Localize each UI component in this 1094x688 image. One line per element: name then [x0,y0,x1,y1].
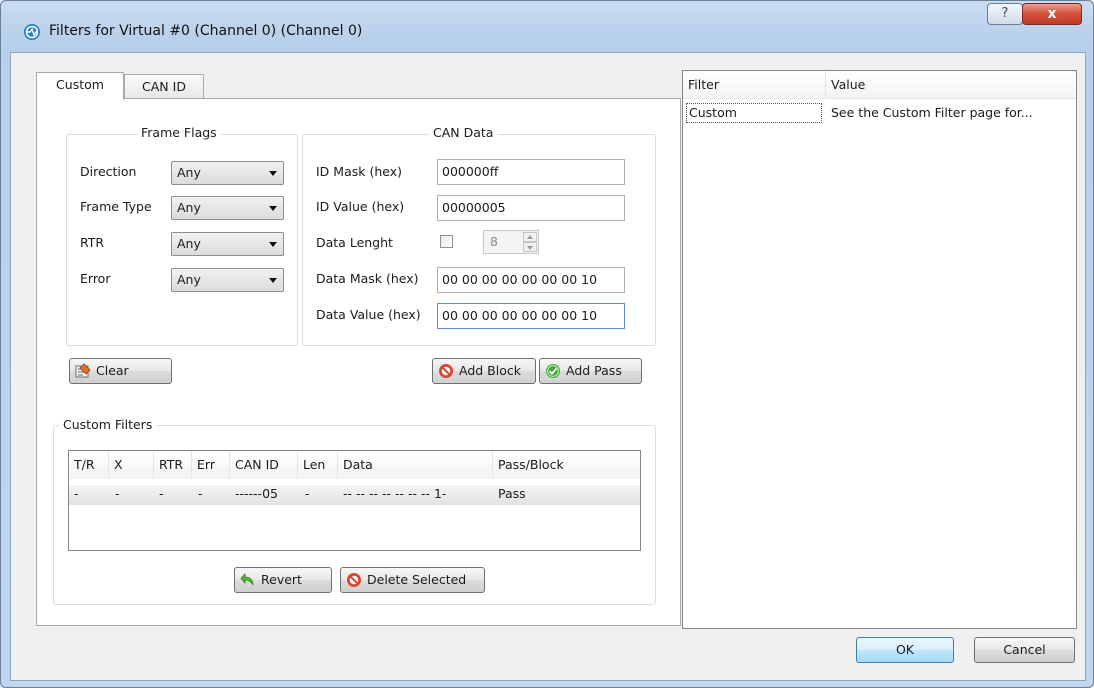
data-mask-label: Data Mask (hex) [316,271,419,286]
data-value-label: Data Value (hex) [316,307,421,322]
block-icon [347,573,361,587]
frame-type-label: Frame Type [80,199,152,214]
data-value-input[interactable]: 00 00 00 00 00 00 00 10 [437,303,625,329]
column-header-can-id[interactable]: CAN ID [230,451,298,479]
filter-summary-table[interactable]: Filter Value Custom See the Custom Filte… [682,70,1077,629]
cell-can-id: ------05 [235,486,278,501]
direction-label: Direction [80,164,137,179]
cell-tr: - [74,486,79,501]
window-title: Filters for Virtual #0 (Channel 0) (Chan… [49,23,363,39]
cell-len: - [305,486,310,501]
column-header-value[interactable]: Value [826,71,1076,99]
table-row[interactable]: - - - - ------05 - -- -- -- -- -- -- -- … [69,485,640,505]
chevron-down-icon [269,171,277,176]
custom-tab-panel: Frame Flags Direction Any Frame Type Any… [36,98,681,626]
custom-filters-table[interactable]: T/R X RTR Err CAN ID Len Data Pass/Block… [68,450,641,551]
revert-button[interactable]: Revert [234,567,332,593]
add-pass-button-label: Add Pass [566,363,622,378]
rtr-value: Any [177,236,201,251]
cancel-button[interactable]: Cancel [974,637,1075,663]
revert-button-label: Revert [261,572,302,587]
spin-up-icon[interactable] [523,232,537,242]
column-header-err[interactable]: Err [192,451,230,479]
chevron-down-icon [269,206,277,211]
cell-data: -- -- -- -- -- -- -- 1- [343,486,447,501]
cell-x: - [115,486,120,501]
data-length-checkbox[interactable] [440,235,453,248]
id-value-label: ID Value (hex) [316,199,405,214]
add-pass-button[interactable]: Add Pass [539,358,642,384]
eraser-icon [75,363,91,378]
column-header-data[interactable]: Data [338,451,493,479]
column-header-filter[interactable]: Filter [683,71,826,99]
column-header-tr[interactable]: T/R [69,451,109,479]
error-dropdown[interactable]: Any [171,268,284,292]
clear-button[interactable]: Clear [69,358,172,384]
column-header-rtr[interactable]: RTR [154,451,192,479]
delete-selected-button-label: Delete Selected [367,572,467,587]
cell-err: - [198,486,203,501]
app-logo-icon [24,24,40,40]
chevron-down-icon [269,242,277,247]
ok-button[interactable]: OK [856,637,954,663]
data-length-spinner[interactable]: 8 [483,230,539,254]
cell-pass-block: Pass [498,486,526,501]
block-icon [439,364,453,378]
cell-filter: Custom [686,103,822,123]
id-value-input[interactable]: 00000005 [437,195,625,221]
custom-filters-legend: Custom Filters [59,417,157,432]
rtr-label: RTR [80,235,105,250]
dialog-client: Custom CAN ID Frame Flags Direction Any … [10,52,1086,681]
data-length-label: Data Lenght [316,235,393,250]
direction-value: Any [177,165,201,180]
rtr-dropdown[interactable]: Any [171,232,284,256]
can-data-legend: CAN Data [429,125,498,140]
data-length-value: 8 [490,234,498,249]
add-block-button-label: Add Block [459,363,521,378]
undo-arrow-icon [240,572,254,586]
spin-down-icon[interactable] [523,242,537,252]
column-header-pass-block[interactable]: Pass/Block [493,451,640,479]
table-row[interactable]: Custom See the Custom Filter page for... [683,101,1076,125]
id-mask-input[interactable]: 000000ff [437,159,625,185]
data-mask-input[interactable]: 00 00 00 00 00 00 00 10 [437,267,625,293]
clear-button-label: Clear [96,363,129,378]
column-header-len[interactable]: Len [298,451,338,479]
chevron-down-icon [269,278,277,283]
cell-rtr: - [159,486,164,501]
tab-can-id[interactable]: CAN ID [124,74,204,100]
frame-flags-legend: Frame Flags [137,125,221,140]
dialog-window: Filters for Virtual #0 (Channel 0) (Chan… [0,0,1094,688]
column-header-x[interactable]: X [109,451,154,479]
id-mask-label: ID Mask (hex) [316,164,402,179]
cell-value: See the Custom Filter page for... [831,105,1033,120]
error-label: Error [80,271,111,286]
help-button[interactable]: ? [987,3,1023,25]
frame-type-value: Any [177,200,201,215]
delete-selected-button[interactable]: Delete Selected [340,567,485,593]
check-icon [546,364,560,378]
tab-custom[interactable]: Custom [36,72,124,100]
direction-dropdown[interactable]: Any [171,161,284,185]
frame-type-dropdown[interactable]: Any [171,196,284,220]
add-block-button[interactable]: Add Block [432,358,536,384]
error-value: Any [177,272,201,287]
close-button[interactable]: x [1022,3,1082,25]
